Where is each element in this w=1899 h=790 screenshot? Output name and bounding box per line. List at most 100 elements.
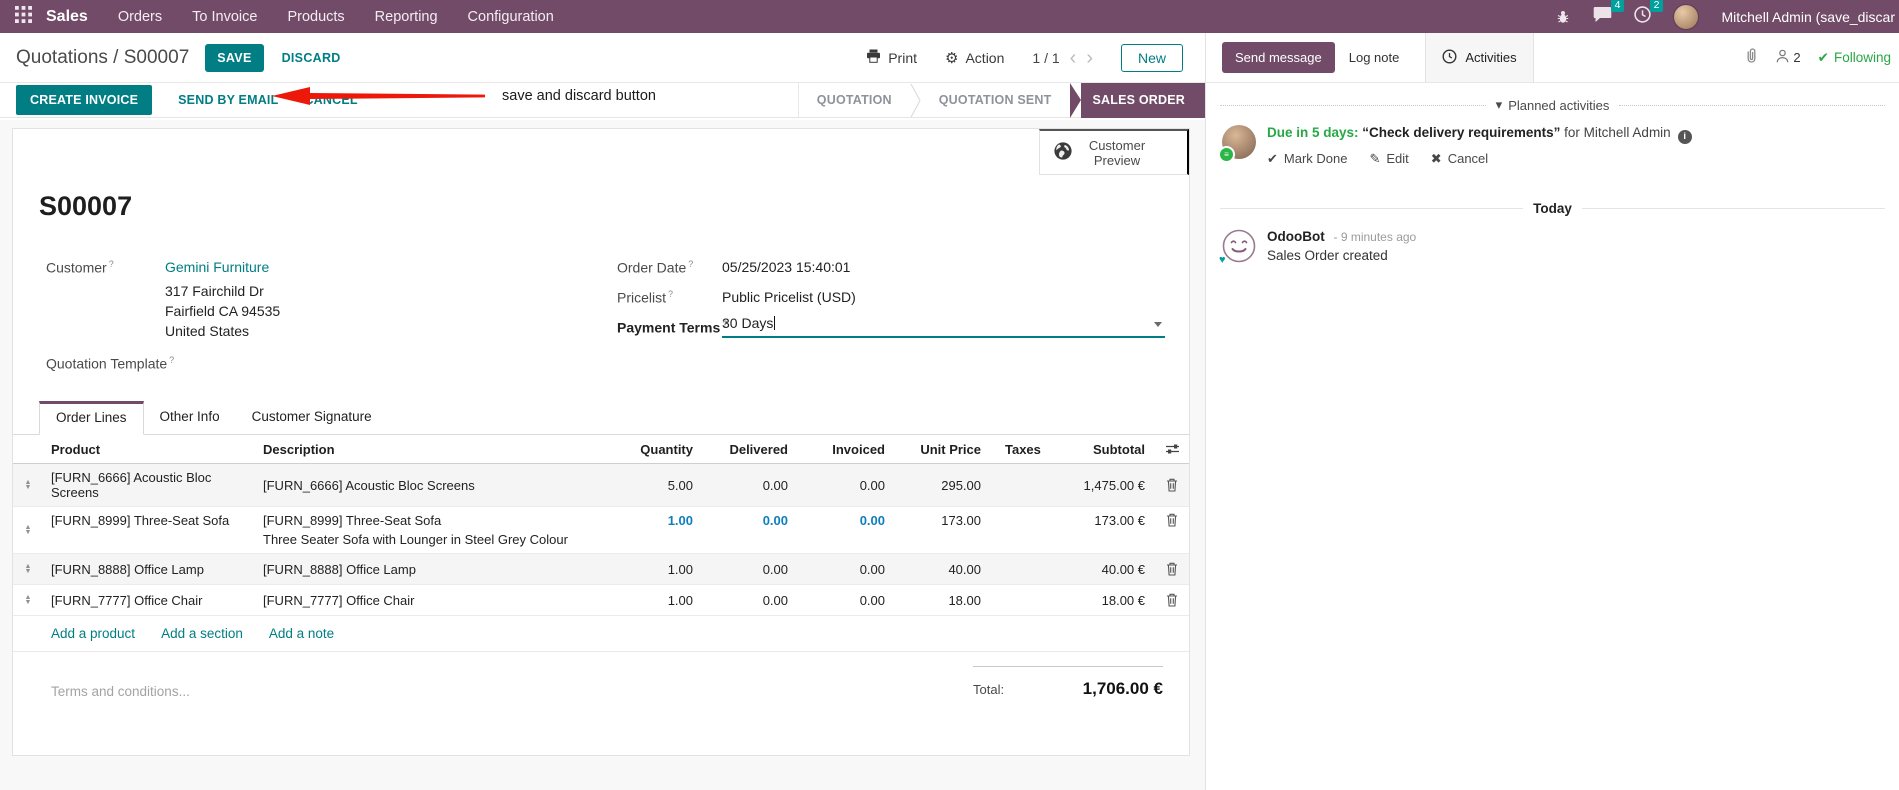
- order-line-row[interactable]: ▲ ▼ [FURN_6666] Acoustic Bloc Screens [FU…: [13, 464, 1189, 507]
- drag-handle-icon[interactable]: ▲ ▼: [25, 479, 32, 491]
- payment-terms-input[interactable]: 30 Days: [722, 315, 1165, 338]
- drag-handle-icon[interactable]: ▲ ▼: [25, 594, 32, 606]
- app-name[interactable]: Sales: [46, 8, 88, 26]
- send-by-email-button[interactable]: SEND BY EMAIL: [178, 93, 278, 107]
- menu-to-invoice[interactable]: To Invoice: [192, 9, 257, 25]
- new-button[interactable]: New: [1120, 43, 1183, 72]
- line-unit-price[interactable]: 173.00: [895, 507, 991, 534]
- line-description[interactable]: [FURN_7777] Office Chair: [255, 587, 615, 614]
- order-line-row[interactable]: ▲ ▼ [FURN_7777] Office Chair [FURN_7777] …: [13, 585, 1189, 616]
- line-quantity[interactable]: 5.00: [615, 472, 703, 499]
- attachment-paperclip-icon[interactable]: [1744, 47, 1759, 69]
- save-button[interactable]: SAVE: [205, 43, 264, 72]
- pager-next-icon[interactable]: ›: [1086, 48, 1093, 68]
- optional-columns-icon[interactable]: [1155, 443, 1189, 455]
- pricelist-value[interactable]: Public Pricelist (USD): [722, 289, 856, 305]
- following-button[interactable]: ✔ Following: [1818, 50, 1891, 66]
- delete-line-button[interactable]: [1166, 562, 1178, 576]
- pager-previous-icon[interactable]: ‹: [1070, 48, 1077, 68]
- line-unit-price[interactable]: 40.00: [895, 556, 991, 583]
- discard-button[interactable]: DISCARD: [282, 51, 341, 65]
- line-invoiced[interactable]: 0.00: [798, 472, 895, 499]
- line-invoiced[interactable]: 0.00: [798, 507, 895, 534]
- apps-menu-button[interactable]: [0, 0, 46, 33]
- line-taxes[interactable]: [991, 507, 1071, 519]
- col-quantity[interactable]: Quantity: [615, 436, 703, 463]
- line-quantity[interactable]: 1.00: [615, 507, 703, 534]
- line-description[interactable]: [FURN_6666] Acoustic Bloc Screens: [255, 472, 615, 499]
- col-invoiced[interactable]: Invoiced: [798, 436, 895, 463]
- add-section-link[interactable]: Add a section: [161, 626, 243, 641]
- line-quantity[interactable]: 1.00: [615, 556, 703, 583]
- line-taxes[interactable]: [991, 479, 1071, 491]
- debug-bug-icon[interactable]: [1555, 9, 1571, 25]
- log-note-button[interactable]: Log note: [1335, 42, 1414, 73]
- activity-clock-button[interactable]: 2: [1634, 0, 1664, 28]
- print-button[interactable]: Print: [866, 49, 917, 66]
- menu-configuration[interactable]: Configuration: [468, 9, 554, 25]
- stage-sales-order-active[interactable]: SALES ORDER: [1080, 82, 1205, 118]
- line-invoiced[interactable]: 0.00: [798, 587, 895, 614]
- delete-line-button[interactable]: [1166, 593, 1178, 607]
- tab-other-info[interactable]: Other Info: [144, 401, 236, 434]
- line-delivered[interactable]: 0.00: [703, 507, 798, 534]
- activities-button[interactable]: Activities: [1425, 33, 1534, 82]
- cancel-activity-button[interactable]: ✖ Cancel: [1431, 151, 1488, 167]
- drag-handle-icon[interactable]: ▲ ▼: [25, 524, 32, 536]
- col-description[interactable]: Description: [255, 436, 615, 463]
- tab-customer-signature[interactable]: Customer Signature: [236, 401, 388, 434]
- add-note-link[interactable]: Add a note: [269, 626, 334, 641]
- line-delivered[interactable]: 0.00: [703, 587, 798, 614]
- create-invoice-button[interactable]: CREATE INVOICE: [16, 85, 153, 115]
- line-taxes[interactable]: [991, 563, 1071, 575]
- line-delivered[interactable]: 0.00: [703, 472, 798, 499]
- line-invoiced[interactable]: 0.00: [798, 556, 895, 583]
- menu-products[interactable]: Products: [287, 9, 344, 25]
- delete-line-button[interactable]: [1166, 478, 1178, 492]
- user-menu[interactable]: Mitchell Admin (save_discar: [1721, 9, 1895, 25]
- drag-handle-icon[interactable]: ▲ ▼: [25, 563, 32, 575]
- delete-line-button[interactable]: [1166, 513, 1178, 527]
- line-unit-price[interactable]: 295.00: [895, 472, 991, 499]
- info-icon[interactable]: i: [1677, 129, 1692, 144]
- tab-order-lines[interactable]: Order Lines: [39, 401, 144, 435]
- customer-preview-button[interactable]: Customer Preview: [1039, 129, 1189, 175]
- followers-button[interactable]: 2: [1776, 49, 1801, 66]
- line-description[interactable]: [FURN_8888] Office Lamp: [255, 556, 615, 583]
- add-product-link[interactable]: Add a product: [51, 626, 135, 641]
- dropdown-caret-icon[interactable]: [1154, 322, 1162, 327]
- stage-quotation-sent[interactable]: QUOTATION SENT: [921, 83, 1070, 118]
- planned-activities-toggle[interactable]: ▾ Planned activities: [1496, 97, 1610, 113]
- mark-done-button[interactable]: ✔ Mark Done: [1267, 151, 1347, 167]
- breadcrumb-quotations-link[interactable]: Quotations: [16, 47, 108, 68]
- line-taxes[interactable]: [991, 594, 1071, 606]
- col-delivered[interactable]: Delivered: [703, 436, 798, 463]
- chatter-topbar: Send message Log note Activities 2 ✔ Fol…: [1206, 33, 1899, 83]
- line-description[interactable]: [FURN_8999] Three-Seat Sofa Three Seater …: [255, 507, 615, 553]
- message-author[interactable]: OdooBot: [1267, 229, 1325, 244]
- terms-and-conditions-placeholder[interactable]: Terms and conditions...: [51, 666, 973, 699]
- line-product[interactable]: [FURN_8999] Three-Seat Sofa: [43, 507, 255, 534]
- line-delivered[interactable]: 0.00: [703, 556, 798, 583]
- order-line-row[interactable]: ▲ ▼ [FURN_8888] Office Lamp [FURN_8888] O…: [13, 554, 1189, 585]
- order-date-value[interactable]: 05/25/2023 15:40:01: [722, 259, 850, 275]
- col-unit-price[interactable]: Unit Price: [895, 436, 991, 463]
- line-product[interactable]: [FURN_7777] Office Chair: [43, 587, 255, 614]
- user-avatar[interactable]: [1673, 3, 1700, 30]
- messages-button[interactable]: 4: [1593, 0, 1625, 28]
- line-unit-price[interactable]: 18.00: [895, 587, 991, 614]
- customer-value-link[interactable]: Gemini Furniture: [165, 259, 269, 275]
- menu-reporting[interactable]: Reporting: [375, 9, 438, 25]
- stage-quotation[interactable]: QUOTATION: [799, 83, 910, 118]
- line-product[interactable]: [FURN_6666] Acoustic Bloc Screens: [43, 464, 255, 506]
- menu-orders[interactable]: Orders: [118, 9, 162, 25]
- edit-activity-button[interactable]: ✎ Edit: [1369, 151, 1408, 167]
- line-product[interactable]: [FURN_8888] Office Lamp: [43, 556, 255, 583]
- line-quantity[interactable]: 1.00: [615, 587, 703, 614]
- col-subtotal[interactable]: Subtotal: [1071, 436, 1155, 463]
- col-product[interactable]: Product: [43, 436, 255, 463]
- action-button[interactable]: ⚙ Action: [945, 49, 1004, 67]
- order-line-row[interactable]: ▲ ▼ [FURN_8999] Three-Seat Sofa [FURN_899…: [13, 507, 1189, 554]
- col-taxes[interactable]: Taxes: [991, 436, 1071, 463]
- send-message-button[interactable]: Send message: [1222, 42, 1335, 73]
